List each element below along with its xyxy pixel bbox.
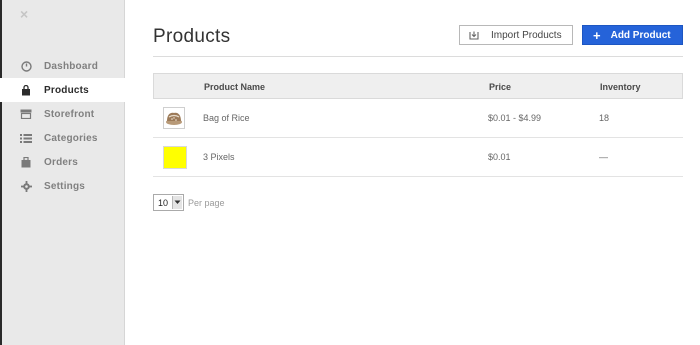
- close-icon[interactable]: ×: [20, 6, 28, 22]
- sidebar-item-label: Storefront: [44, 108, 95, 120]
- import-products-button[interactable]: Import Products: [459, 25, 573, 45]
- sidebar-item-settings[interactable]: Settings: [0, 174, 125, 198]
- column-header-product-name[interactable]: Product Name: [204, 82, 265, 92]
- product-name[interactable]: 3 Pixels: [203, 152, 235, 162]
- product-price: $0.01 - $4.99: [488, 113, 542, 123]
- add-product-button[interactable]: + Add Product: [582, 25, 683, 45]
- sidebar-item-products[interactable]: Products: [0, 78, 125, 102]
- header-divider: [153, 56, 683, 57]
- table-header: Product Name Price Inventory: [153, 73, 683, 99]
- yellow-swatch-image[interactable]: [163, 146, 187, 169]
- rice-bag-image[interactable]: [163, 107, 185, 129]
- page-title: Products: [153, 26, 231, 47]
- product-inventory: —: [599, 152, 608, 162]
- per-page-label: Per page: [188, 197, 225, 208]
- product-price: $0.01: [488, 152, 511, 162]
- sidebar-item-storefront[interactable]: Storefront: [0, 102, 125, 126]
- list-icon: [20, 132, 32, 144]
- table-row[interactable]: 3 Pixels $0.01 —: [153, 138, 683, 177]
- sidebar-item-label: Settings: [44, 180, 86, 192]
- chevron-down-icon: [172, 196, 182, 209]
- column-header-inventory[interactable]: Inventory: [600, 82, 641, 92]
- sidebar-item-orders[interactable]: Orders: [0, 150, 125, 174]
- orders-icon: [20, 156, 32, 168]
- product-name[interactable]: Bag of Rice: [203, 113, 250, 123]
- plus-icon: +: [593, 27, 601, 43]
- bag-icon: [20, 84, 32, 96]
- add-product-label: Add Product: [610, 29, 671, 41]
- sidebar: × Dashboard Products Storefront Categori…: [0, 0, 125, 345]
- sidebar-item-dashboard[interactable]: Dashboard: [0, 54, 125, 78]
- gear-icon: [20, 180, 32, 192]
- sidebar-nav: Dashboard Products Storefront Categories…: [0, 54, 125, 198]
- pagination-controls: 10 Per page: [153, 194, 225, 211]
- sidebar-item-categories[interactable]: Categories: [0, 126, 125, 150]
- per-page-select[interactable]: 10: [153, 194, 184, 211]
- dashboard-icon: [20, 60, 32, 72]
- per-page-value: 10: [158, 197, 169, 208]
- table-row[interactable]: Bag of Rice $0.01 - $4.99 18: [153, 99, 683, 138]
- import-icon: [469, 31, 479, 40]
- products-table: Product Name Price Inventory Bag of Rice…: [153, 73, 683, 177]
- sidebar-item-label: Products: [44, 84, 89, 96]
- storefront-icon: [20, 108, 32, 120]
- import-products-label: Import Products: [491, 29, 562, 41]
- sidebar-item-label: Dashboard: [44, 60, 99, 72]
- column-header-price[interactable]: Price: [489, 82, 511, 92]
- sidebar-item-label: Categories: [44, 132, 98, 144]
- sidebar-item-label: Orders: [44, 156, 78, 168]
- product-inventory: 18: [599, 113, 610, 123]
